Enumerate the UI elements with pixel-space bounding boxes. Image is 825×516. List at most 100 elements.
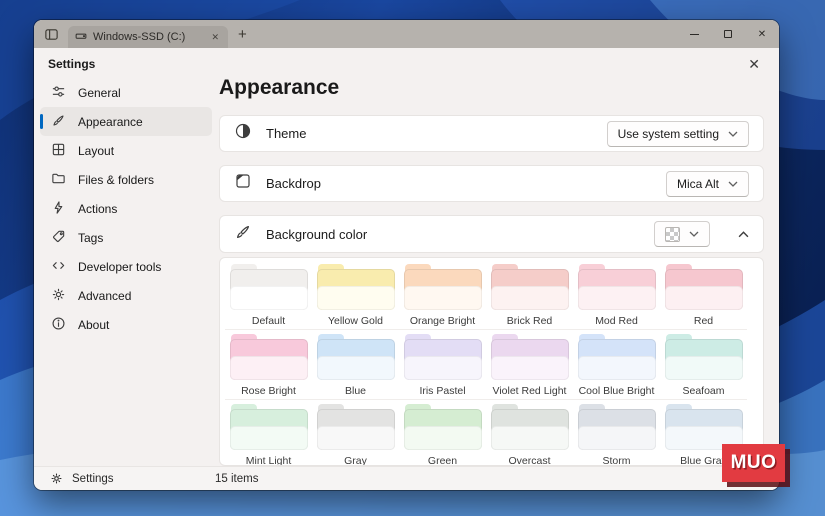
- settings-footer-button[interactable]: Settings: [50, 472, 114, 485]
- folder-color-option[interactable]: Blue: [312, 330, 399, 400]
- folder-color-option[interactable]: Brick Red: [486, 260, 573, 330]
- folder-color-label: Default: [252, 315, 285, 327]
- folder-color-icon: [665, 334, 743, 380]
- status-bar: Settings 15 items: [34, 466, 779, 490]
- folder-color-option[interactable]: Iris Pastel: [399, 330, 486, 400]
- folder-color-option[interactable]: Orange Bright: [399, 260, 486, 330]
- folder-color-panel: Default Yellow Gold Orange Bright Brick …: [219, 257, 764, 466]
- backdrop-dropdown-value: Mica Alt: [677, 177, 719, 191]
- folder-color-grid: Default Yellow Gold Orange Bright Brick …: [225, 260, 758, 466]
- tab-bar: Windows-SSD (C:) ✕ + ✕: [34, 20, 779, 48]
- folder-color-icon: [404, 264, 482, 310]
- sidebar-item-developer-tools[interactable]: Developer tools: [40, 252, 212, 281]
- chevron-down-icon: [689, 231, 699, 237]
- folder-color-label: Green: [428, 455, 457, 466]
- sidebar-item-layout[interactable]: Layout: [40, 136, 212, 165]
- folder-color-label: Gray: [344, 455, 367, 466]
- minimize-icon: [690, 34, 699, 35]
- folder-color-icon: [491, 404, 569, 450]
- folder-color-icon: [578, 404, 656, 450]
- gear-icon: [50, 472, 63, 485]
- folder-color-option[interactable]: Mod Red: [573, 260, 660, 330]
- sidebar-item-label: Files & folders: [78, 173, 154, 187]
- folder-color-label: Storm: [602, 455, 630, 466]
- folder-icon: [51, 171, 66, 189]
- theme-row: Theme Use system setting: [219, 115, 764, 152]
- folder-color-label: Brick Red: [507, 315, 553, 327]
- backdrop-dropdown[interactable]: Mica Alt: [666, 171, 749, 197]
- folder-color-icon: [491, 334, 569, 380]
- drive-icon: [75, 30, 87, 45]
- muo-watermark-logo: MUO: [722, 444, 785, 482]
- tab-title: Windows-SSD (C:): [93, 31, 203, 43]
- sidebar-item-advanced[interactable]: Advanced: [40, 281, 212, 310]
- backdrop-row: Backdrop Mica Alt: [219, 165, 764, 202]
- folder-color-option[interactable]: Overcast: [486, 400, 573, 466]
- theme-icon: [234, 122, 252, 145]
- color-swatch-dropdown[interactable]: [654, 221, 710, 247]
- new-tab-button[interactable]: +: [238, 27, 247, 42]
- folder-color-option[interactable]: Gray: [312, 400, 399, 466]
- folder-color-label: Cool Blue Bright: [579, 385, 655, 397]
- sidebar-item-general[interactable]: General: [40, 78, 212, 107]
- folder-color-icon: [578, 264, 656, 310]
- sidebar-item-about[interactable]: About: [40, 310, 212, 339]
- window-close-button[interactable]: ✕: [745, 20, 779, 48]
- folder-color-option[interactable]: Storm: [573, 400, 660, 466]
- folder-color-label: Rose Bright: [241, 385, 296, 397]
- tag-icon: [51, 229, 66, 247]
- sidebar-item-actions[interactable]: Actions: [40, 194, 212, 223]
- sidebar-item-files-folders[interactable]: Files & folders: [40, 165, 212, 194]
- paintbrush-icon: [234, 223, 252, 246]
- settings-footer-label: Settings: [72, 473, 114, 485]
- folder-color-option[interactable]: Seafoam: [660, 330, 747, 400]
- maximize-button[interactable]: [711, 20, 745, 48]
- bolt-icon: [51, 200, 66, 218]
- folder-color-option[interactable]: Rose Bright: [225, 330, 312, 400]
- minimize-button[interactable]: [677, 20, 711, 48]
- chevron-down-icon: [728, 181, 738, 187]
- folder-color-icon: [404, 334, 482, 380]
- backdrop-label: Backdrop: [266, 176, 321, 191]
- folder-color-option[interactable]: Mint Light: [225, 400, 312, 466]
- folder-color-label: Violet Red Light: [493, 385, 567, 397]
- folder-color-icon: [317, 404, 395, 450]
- chevron-up-icon: [738, 231, 749, 238]
- theme-dropdown-value: Use system setting: [618, 127, 719, 141]
- folder-color-option[interactable]: Default: [225, 260, 312, 330]
- transparent-swatch-icon: [665, 227, 680, 242]
- tab-windows-ssd[interactable]: Windows-SSD (C:) ✕: [68, 26, 228, 48]
- options-icon: [51, 84, 66, 102]
- folder-color-icon: [491, 264, 569, 310]
- theme-dropdown[interactable]: Use system setting: [607, 121, 749, 147]
- folder-color-option[interactable]: Green: [399, 400, 486, 466]
- folder-color-option[interactable]: Violet Red Light: [486, 330, 573, 400]
- chevron-down-icon: [728, 131, 738, 137]
- sidebar-toggle-icon[interactable]: [42, 25, 60, 43]
- gear-icon: [51, 287, 66, 305]
- sidebar-item-label: About: [78, 318, 109, 332]
- tab-close-button[interactable]: ✕: [209, 32, 221, 43]
- folder-color-option[interactable]: Cool Blue Bright: [573, 330, 660, 400]
- backdrop-icon: [234, 172, 252, 195]
- maximize-icon: [724, 30, 732, 38]
- collapse-expander-button[interactable]: [738, 231, 749, 238]
- folder-color-label: Seafoam: [682, 385, 724, 397]
- sidebar-item-appearance[interactable]: Appearance: [40, 107, 212, 136]
- folder-color-icon: [230, 264, 308, 310]
- folder-color-icon: [578, 334, 656, 380]
- info-icon: [51, 316, 66, 334]
- paintbrush-icon: [51, 113, 66, 131]
- sidebar-item-tags[interactable]: Tags: [40, 223, 212, 252]
- folder-color-option[interactable]: Red: [660, 260, 747, 330]
- folder-color-label: Iris Pastel: [419, 385, 465, 397]
- files-app-window: Windows-SSD (C:) ✕ + ✕ Settings ✕ Genera…: [34, 20, 779, 490]
- page-title: Appearance: [219, 76, 339, 100]
- background-color-row: Background color: [219, 215, 764, 253]
- dialog-title: Settings: [48, 57, 95, 71]
- items-count: 15 items: [215, 473, 258, 485]
- folder-color-option[interactable]: Yellow Gold: [312, 260, 399, 330]
- folder-color-label: Red: [694, 315, 713, 327]
- background-color-label: Background color: [266, 227, 367, 242]
- theme-label: Theme: [266, 126, 306, 141]
